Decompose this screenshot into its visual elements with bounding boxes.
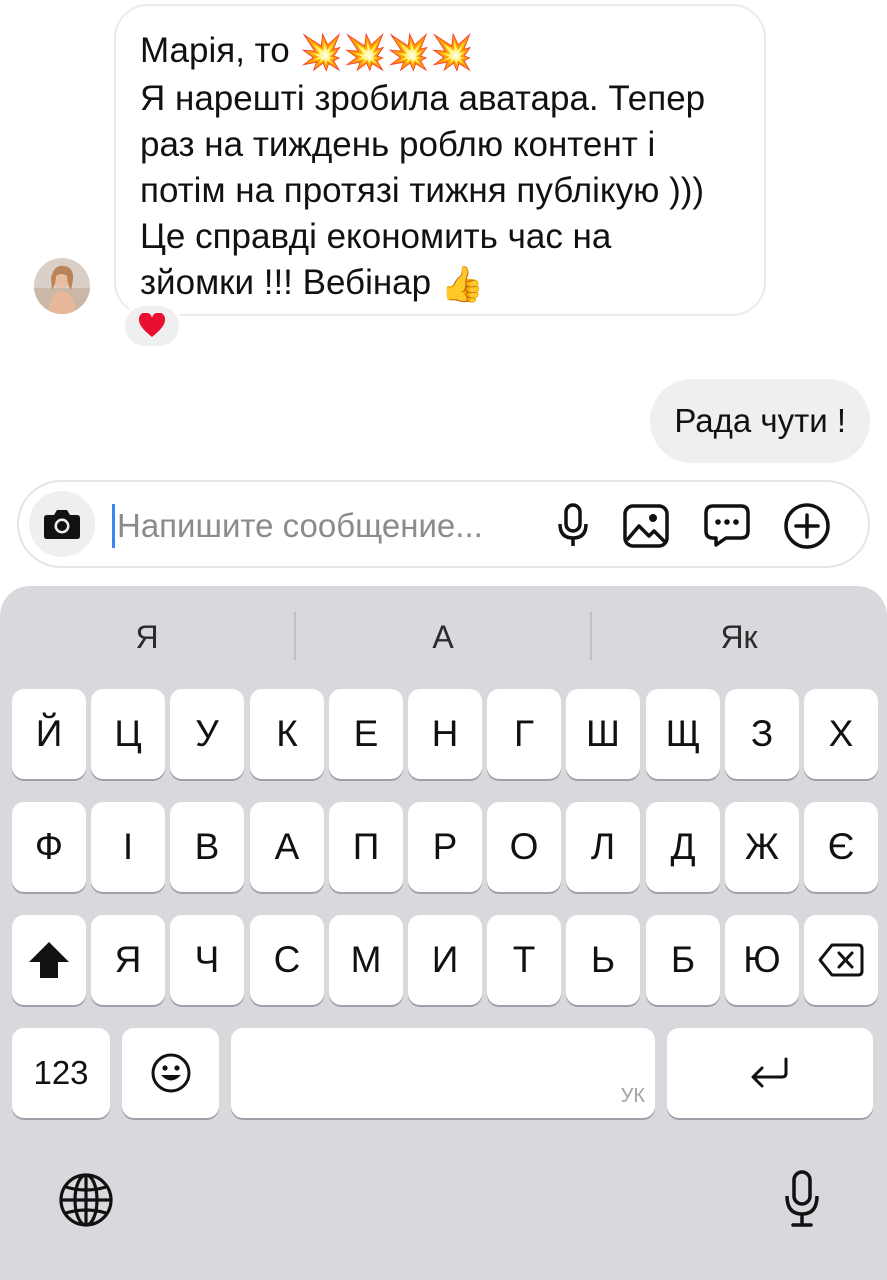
globe-button[interactable] [56, 1170, 116, 1230]
key[interactable]: Т [487, 915, 561, 1005]
key[interactable]: Щ [646, 689, 720, 779]
avatar-photo-icon [34, 258, 90, 314]
thumbs-up-emoji: 👍 [440, 264, 485, 304]
key[interactable]: Ь [566, 915, 640, 1005]
key[interactable]: Ф [12, 802, 86, 892]
key[interactable]: Ю [725, 915, 799, 1005]
camera-icon [44, 510, 80, 539]
emoji-icon [151, 1053, 190, 1093]
suggestion-divider [294, 612, 296, 660]
message-composer [17, 480, 870, 568]
collision-emoji: 💥 [430, 32, 474, 72]
backspace-icon [818, 943, 864, 977]
add-button[interactable] [783, 502, 831, 550]
key[interactable]: Е [329, 689, 403, 779]
message-line-2: Я нарешті зробила аватара. Тепер [140, 78, 706, 118]
key[interactable]: У [170, 689, 244, 779]
shift-icon [29, 942, 69, 978]
key[interactable]: Л [566, 802, 640, 892]
sticker-icon [704, 504, 750, 547]
backspace-key[interactable] [804, 915, 878, 1005]
message-line-5: Це справді економить час на [140, 216, 612, 256]
shift-key[interactable] [12, 915, 86, 1005]
key[interactable]: Р [408, 802, 482, 892]
key[interactable]: Ц [91, 689, 165, 779]
key[interactable]: Є [804, 802, 878, 892]
key[interactable]: А [250, 802, 324, 892]
key[interactable]: Й [12, 689, 86, 779]
key[interactable]: Ж [725, 802, 799, 892]
heart-icon [138, 313, 166, 337]
key[interactable]: Н [408, 689, 482, 779]
incoming-message-bubble[interactable]: Марія, то 💥💥💥💥 Я нарешті зробила аватара… [114, 4, 766, 316]
key[interactable]: Г [487, 689, 561, 779]
return-key[interactable] [667, 1028, 873, 1118]
key[interactable]: В [170, 802, 244, 892]
suggestion-divider [590, 612, 592, 660]
sender-avatar[interactable] [34, 258, 90, 314]
space-key[interactable]: УК [231, 1028, 655, 1118]
keyboard: Я А Як Й Ц У К Е Н Г Ш Щ З Х Ф І В А П Р… [0, 586, 887, 1280]
collision-emoji: 💥 [386, 32, 431, 72]
message-line-3: раз на тиждень роблю контент і [140, 124, 656, 164]
key[interactable]: Б [646, 915, 720, 1005]
key[interactable]: Д [646, 802, 720, 892]
message-line-6: зйомки !!! Вебінар 👍 [140, 260, 740, 308]
key[interactable]: І [91, 802, 165, 892]
camera-button[interactable] [29, 491, 95, 557]
text-cursor [112, 504, 115, 548]
emoji-key[interactable] [122, 1028, 219, 1118]
heart-reaction[interactable] [122, 303, 182, 349]
microphone-button[interactable] [549, 502, 597, 550]
numbers-key[interactable]: 123 [12, 1028, 110, 1118]
key[interactable]: П [329, 802, 403, 892]
collision-emoji: 💥 [299, 32, 344, 72]
message-line-4: потім на протязі тижня публікую ))) [140, 170, 705, 210]
key[interactable]: И [408, 915, 482, 1005]
key[interactable]: Я [91, 915, 165, 1005]
sticker-button[interactable] [703, 502, 751, 550]
suggestion-3[interactable]: Як [594, 608, 884, 666]
collision-emoji: 💥 [343, 32, 387, 72]
microphone-icon [558, 503, 588, 546]
key[interactable]: О [487, 802, 561, 892]
space-language-label: УК [620, 1085, 645, 1107]
suggestion-2[interactable]: А [298, 608, 588, 666]
key[interactable]: М [329, 915, 403, 1005]
key[interactable]: Х [804, 689, 878, 779]
gallery-button[interactable] [622, 502, 670, 550]
image-icon [623, 504, 669, 548]
outgoing-message-bubble[interactable]: Рада чути ! [650, 379, 870, 463]
key[interactable]: С [250, 915, 324, 1005]
message-input[interactable] [117, 500, 537, 552]
globe-icon [59, 1173, 113, 1227]
dictation-button[interactable] [774, 1166, 830, 1232]
key[interactable]: Ш [566, 689, 640, 779]
dictation-icon [785, 1170, 819, 1227]
plus-circle-icon [784, 503, 830, 549]
key[interactable]: Ч [170, 915, 244, 1005]
outgoing-message-text: Рада чути ! [674, 402, 846, 439]
return-icon [751, 1057, 788, 1088]
key[interactable]: З [725, 689, 799, 779]
key[interactable]: К [250, 689, 324, 779]
message-line-1: Марія, то 💥💥💥💥 [140, 28, 740, 76]
suggestion-1[interactable]: Я [2, 608, 292, 666]
